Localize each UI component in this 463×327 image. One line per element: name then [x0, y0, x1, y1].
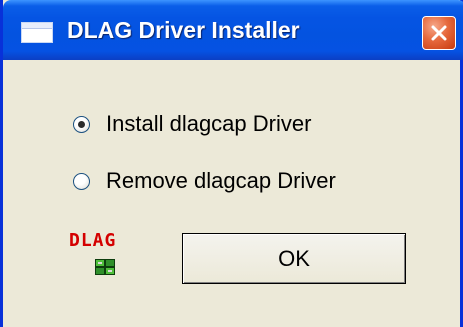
installer-window: DLAG Driver Installer Install dlagcap Dr… — [0, 0, 463, 327]
install-option[interactable]: Install dlagcap Driver — [73, 109, 311, 139]
install-label[interactable]: Install dlagcap Driver — [106, 111, 311, 137]
title-bar[interactable]: DLAG Driver Installer — [3, 0, 463, 60]
dlag-logo: DLAG — [69, 232, 139, 282]
close-icon — [431, 25, 447, 41]
close-button[interactable] — [422, 16, 456, 50]
remove-option[interactable]: Remove dlagcap Driver — [73, 166, 336, 196]
remove-radio[interactable] — [73, 172, 90, 190]
window-title: DLAG Driver Installer — [67, 17, 300, 43]
window-icon — [21, 22, 53, 43]
chip-icon — [95, 259, 115, 275]
remove-label[interactable]: Remove dlagcap Driver — [106, 168, 336, 194]
install-radio[interactable] — [73, 115, 90, 133]
logo-text: DLAG — [69, 230, 117, 251]
ok-button[interactable]: OK — [182, 233, 406, 284]
